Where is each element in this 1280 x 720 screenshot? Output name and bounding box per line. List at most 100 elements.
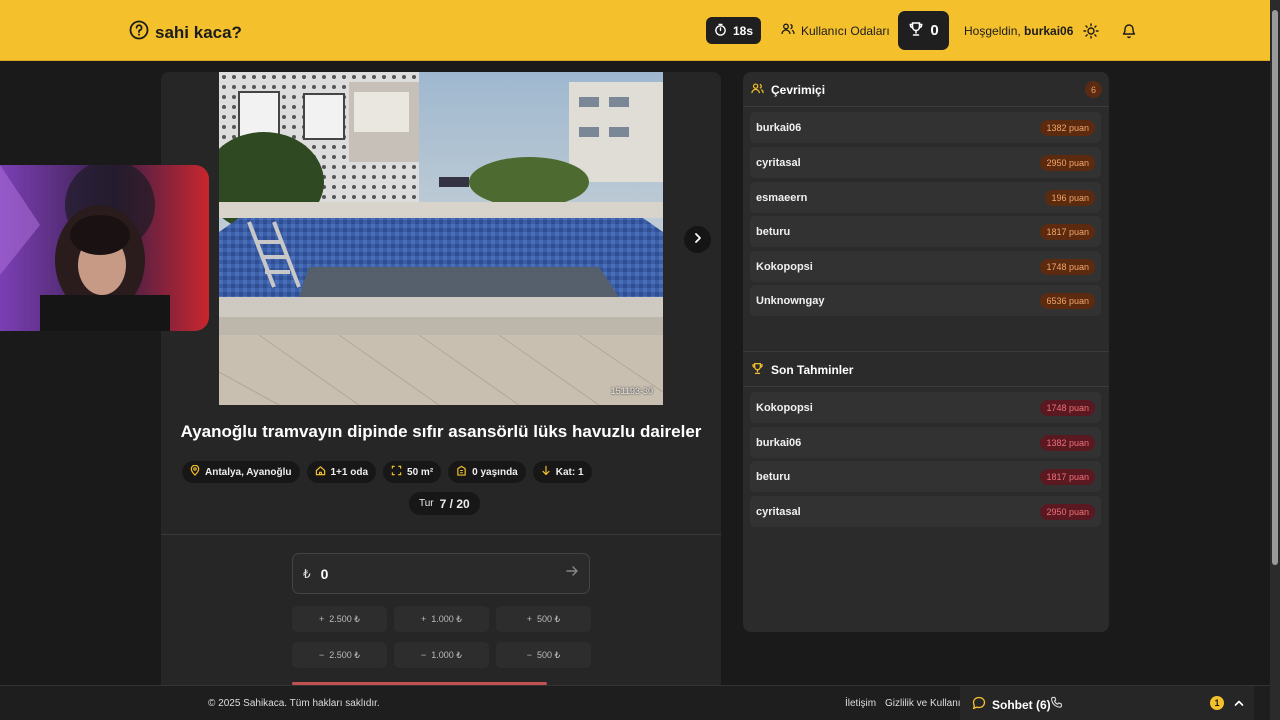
logo[interactable]: sahi kaca?	[129, 20, 242, 45]
step-label: 500 ₺	[537, 649, 561, 660]
user-name: beturu	[756, 470, 791, 483]
step-label: 500 ₺	[537, 613, 561, 624]
users-icon	[751, 82, 764, 98]
users-icon	[781, 22, 795, 39]
listing-photo[interactable]: 151193-30	[219, 72, 663, 405]
score-button[interactable]: 0	[898, 11, 949, 50]
copyright: © 2025 Sahikaca. Tüm hakları saklıdır.	[208, 698, 380, 709]
contact-link[interactable]: İletişim	[845, 698, 876, 709]
online-header: Çevrimiçi	[751, 82, 825, 98]
user-rooms-link[interactable]: Kullanıcı Odaları	[781, 22, 890, 39]
listing-title: Ayanoğlu tramvayın dipinde sıfır asansör…	[180, 422, 702, 441]
chip-area: 50 m²	[383, 461, 442, 483]
price-guess-value[interactable]: 0	[321, 566, 555, 582]
chip-age: 0 yaşında	[448, 461, 526, 483]
round-indicator: Tur 7 / 20	[409, 492, 480, 515]
bell-icon[interactable]	[1121, 22, 1137, 44]
logo-text: sahi kaca?	[155, 22, 242, 42]
recent-guess-row: cyritasal 2950 puan	[750, 496, 1101, 527]
timer-button[interactable]: 18s	[706, 17, 761, 44]
sun-icon[interactable]	[1083, 23, 1099, 44]
chat-label: Sohbet (6)	[992, 697, 1051, 712]
chip-rooms: 1+1 oda	[306, 461, 377, 483]
arrow-right-icon[interactable]	[565, 564, 579, 583]
increase-1000-button[interactable]: +1.000 ₺	[394, 606, 489, 632]
online-user-row[interactable]: beturu 1817 puan	[750, 216, 1101, 247]
recent-title: Son Tahminler	[771, 363, 854, 377]
guess-points: 1748 puan	[1040, 399, 1095, 416]
image-id: 151193-30	[610, 386, 653, 396]
panel-divider	[743, 386, 1109, 387]
plus-icon: +	[420, 614, 427, 624]
chevron-right-icon	[692, 231, 704, 249]
greeting: Hoşgeldin, burkai06	[964, 24, 1073, 38]
chip-label: 0 yaşında	[472, 466, 518, 478]
trophy-icon	[908, 21, 924, 41]
area-icon	[391, 465, 402, 479]
footer: © 2025 Sahikaca. Tüm hakları saklıdır. İ…	[0, 685, 1270, 720]
next-photo-button[interactable]	[684, 226, 711, 253]
decrease-2500-button[interactable]: −2.500 ₺	[292, 642, 387, 668]
user-name: Kokopopsi	[756, 401, 813, 414]
user-name: beturu	[756, 225, 791, 238]
recent-guess-row: burkai06 1382 puan	[750, 427, 1101, 458]
online-user-row[interactable]: cyritasal 2950 puan	[750, 147, 1101, 178]
online-user-row[interactable]: burkai06 1382 puan	[750, 112, 1101, 143]
user-rooms-label: Kullanıcı Odaları	[801, 23, 890, 38]
user-points: 1817 puan	[1040, 223, 1095, 240]
panel-divider	[743, 351, 1109, 352]
decrease-1000-button[interactable]: −1.000 ₺	[394, 642, 489, 668]
user-name: Kokopopsi	[756, 260, 813, 273]
price-guess-input[interactable]: ₺ 0	[292, 553, 590, 594]
side-panel: Çevrimiçi 6 burkai06 1382 puan cyritasal 2…	[743, 72, 1109, 632]
home-icon	[315, 465, 326, 479]
user-points: 6536 puan	[1040, 292, 1095, 309]
greeting-prefix: Hoşgeldin,	[964, 24, 1021, 38]
chat-bubble-icon	[972, 696, 986, 713]
chevron-up-icon[interactable]	[1233, 696, 1245, 714]
chat-bar[interactable]: Sohbet (6) 1	[960, 686, 1254, 720]
step-label: 2.500 ₺	[329, 613, 360, 624]
recent-guess-row: beturu 1817 puan	[750, 461, 1101, 492]
webcam-overlay	[0, 165, 209, 331]
user-name: burkai06	[756, 436, 802, 449]
guess-points: 2950 puan	[1040, 503, 1095, 520]
user-name: Unknowngay	[756, 294, 825, 307]
score-value: 0	[930, 22, 939, 39]
listing-card: 151193-30 Ayanoğlu tramvayın dipinde sıf…	[161, 72, 721, 692]
user-name: esmaeern	[756, 191, 808, 204]
chip-floor: Kat: 1	[532, 461, 592, 483]
online-count-badge: 6	[1085, 81, 1102, 98]
chip-label: 50 m²	[407, 466, 434, 478]
increase-500-button[interactable]: +500 ₺	[496, 606, 591, 632]
minus-icon: −	[526, 650, 532, 660]
increase-2500-button[interactable]: +2.500 ₺	[292, 606, 387, 632]
user-points: 2950 puan	[1040, 154, 1095, 171]
chip-location: Antalya, Ayanoğlu	[182, 461, 300, 483]
top-bar: sahi kaca? 18s Kullanıcı Odaları 0 Hoşge…	[0, 0, 1270, 61]
stopwatch-icon	[714, 23, 727, 39]
arrow-down-icon	[541, 465, 551, 479]
step-label: 2.500 ₺	[329, 649, 360, 660]
scrollbar-thumb[interactable]	[1272, 10, 1278, 565]
page-scrollbar[interactable]	[1270, 0, 1280, 720]
user-name: cyritasal	[756, 156, 801, 169]
building-icon	[456, 465, 467, 479]
online-user-row[interactable]: Kokopopsi 1748 puan	[750, 251, 1101, 282]
online-user-row[interactable]: esmaeern 196 puan	[750, 182, 1101, 213]
user-points: 1748 puan	[1040, 258, 1095, 275]
plus-icon: +	[318, 614, 325, 624]
recent-guesses-header: Son Tahminler	[751, 362, 853, 378]
section-divider	[161, 534, 721, 535]
user-points: 196 puan	[1045, 189, 1095, 206]
round-value: 7 / 20	[439, 496, 470, 511]
plus-icon: +	[526, 614, 532, 624]
greeting-username: burkai06	[1024, 24, 1074, 38]
privacy-link[interactable]: Gizlilik ve Kullanım	[885, 698, 961, 709]
user-points: 1382 puan	[1040, 119, 1095, 136]
step-label: 1.000 ₺	[431, 613, 462, 624]
phone-icon[interactable]	[1050, 696, 1063, 714]
decrease-500-button[interactable]: −500 ₺	[496, 642, 591, 668]
chat-open-button[interactable]: Sohbet (6)	[972, 696, 1051, 713]
online-user-row[interactable]: Unknowngay 6536 puan	[750, 285, 1101, 316]
